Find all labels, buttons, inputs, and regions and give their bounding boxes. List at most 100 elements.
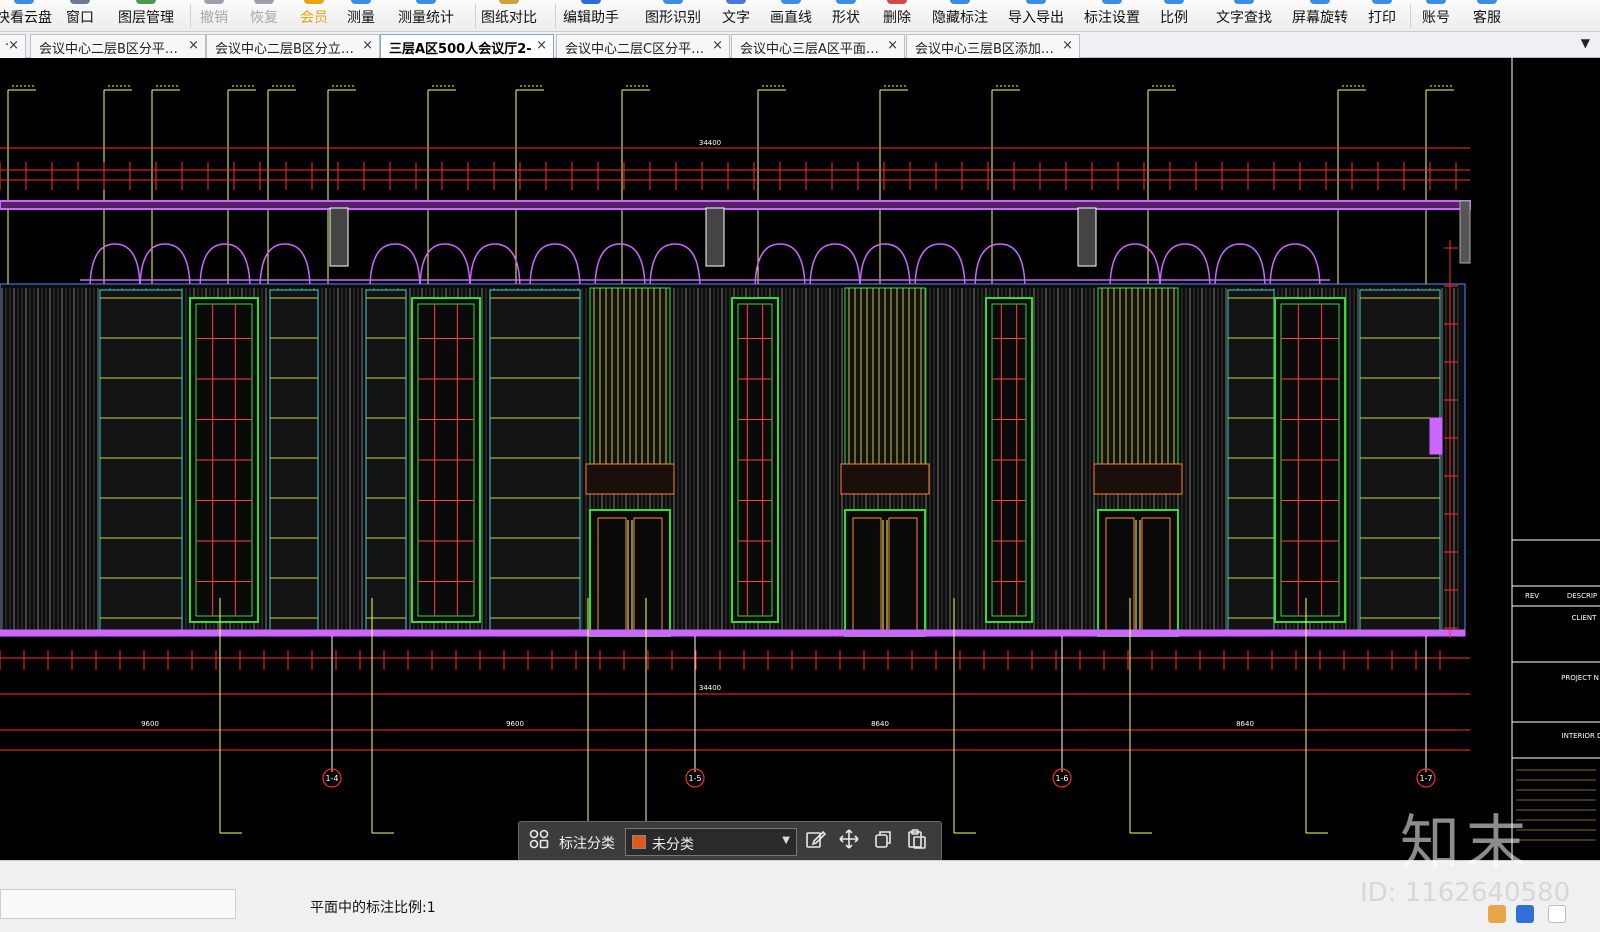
toolbar-button-11[interactable]: 文字 [722,0,750,32]
dimension-segment: 9600 [506,720,524,728]
document-tab[interactable]: 三层A区500人会议厅2- × [380,34,554,58]
dimension-segment: 8640 [871,720,889,728]
document-tab[interactable]: 会议中心三层B区添加… × [906,34,1080,58]
toolbar-button-label: 恢复 [250,10,278,26]
move-icon[interactable] [835,828,863,856]
toolbar-button-1[interactable]: 窗口 [66,0,94,32]
tab-close-icon[interactable]: × [1062,38,1073,53]
door-header [840,463,930,495]
document-tab[interactable]: 会议中心三层A区平面… × [731,34,905,58]
toolbar-icon [581,0,601,4]
paste-icon[interactable] [903,828,931,856]
toolbar-button-label: 测量统计 [398,10,454,26]
toolbar-button-label: 打印 [1368,10,1396,26]
toolbar-button-17[interactable]: 标注设置 [1084,0,1140,32]
dimension-segment: 8640 [1236,720,1254,728]
toolbar-button-8[interactable]: 图纸对比 [481,0,537,32]
arch [974,243,1026,291]
toolbar-icon [836,0,856,4]
dotted-panel [99,289,183,631]
toolbar-button-label: 编辑助手 [563,10,619,26]
toolbar-icon [254,0,274,4]
annotation-category-select[interactable]: 未分类 ▼ [625,828,797,856]
cad-drawing[interactable]: REV DESCRIP CLIENT PROJECT N INTERIOR D 34400… [0,58,1600,860]
toolbar-button-16[interactable]: 导入导出 [1008,0,1064,32]
toolbar-button-6[interactable]: 测量 [347,0,375,32]
toolbar-button-label: 隐藏标注 [932,10,988,26]
toolbar-icon [726,0,746,4]
toolbar-button-23[interactable]: 客服 [1473,0,1501,32]
arch [754,243,806,291]
toolbar-button-22[interactable]: 账号 [1422,0,1450,32]
toolbar-button-19[interactable]: 文字查找 [1216,0,1272,32]
annotation-category-label: 标注分类 [559,836,615,852]
tab-label: 会议中心二层B区分立… [215,42,354,57]
toolbar-button-label: 文字查找 [1216,10,1272,26]
watermark-id: ID: 1162640580 [1360,878,1571,908]
toolbar-button-10[interactable]: 图形识别 [645,0,701,32]
dotted-panel [269,289,319,631]
toolbar-icon [1234,0,1254,4]
toolbar-button-0[interactable]: 快看云盘 [0,0,52,32]
toolbar-icon [887,0,907,4]
door-header [1093,463,1183,495]
toolbar-button-label: 删除 [883,10,911,26]
toolbar-button-2[interactable]: 图层管理 [118,0,174,32]
tab-close-icon[interactable]: × [536,38,547,53]
axis-label: 1-7 [1419,774,1432,783]
drawing-canvas[interactable]: REV DESCRIP CLIENT PROJECT N INTERIOR D 34400… [0,58,1600,860]
toolbar-button-7[interactable]: 测量统计 [398,0,454,32]
dotted-panel [1359,289,1441,631]
grid-icon[interactable] [525,828,553,856]
column-cap [705,207,725,267]
arch [914,243,966,291]
arch [594,243,646,291]
toolbar-icon [1426,0,1446,4]
watermark-logo: 知末 [1400,809,1532,879]
document-tab[interactable]: 会议中心二层C区分平… × [556,34,730,58]
command-input[interactable] [0,889,236,919]
toolbar-button-15[interactable]: 隐藏标注 [932,0,988,32]
toolbar-button-5[interactable]: 会员 [300,0,328,32]
title-block-client: CLIENT [1572,614,1598,622]
toolbar-button-label: 文字 [722,10,750,26]
toolbar-icon [351,0,371,4]
door-header [585,463,675,495]
copy-icon[interactable] [869,828,897,856]
door-frame [844,509,926,637]
document-tab[interactable]: 会议中心二层B区分平… × [30,34,206,58]
document-tab-bar: ▼ · × 会议中心二层B区分平… × 会议中心二层B区分立… × 三层A区500人会议厅2… [0,32,1600,58]
tab-close-icon[interactable]: × [8,38,19,53]
document-tab[interactable]: 会议中心二层B区分立… × [206,34,380,58]
toolbar-button-4[interactable]: 恢复 [250,0,278,32]
edit-icon[interactable] [801,828,829,856]
toolbar-button-label: 窗口 [66,10,94,26]
dotted-panel [489,289,581,631]
toolbar-icon [304,0,324,4]
tab-close-icon[interactable]: × [712,38,723,53]
toolbar-button-3[interactable]: 撤销 [200,0,228,32]
column-cap [329,207,349,267]
toolbar-button-18[interactable]: 比例 [1160,0,1188,32]
toolbar-icon [950,0,970,4]
tab-close-icon[interactable]: × [362,38,373,53]
toolbar-button-label: 图纸对比 [481,10,537,26]
toolbar-icon [1102,0,1122,4]
toolbar-button-14[interactable]: 删除 [883,0,911,32]
annotation-float-toolbar: 标注分类 未分类 ▼ [518,821,942,861]
toolbar-button-13[interactable]: 形状 [832,0,860,32]
toolbar-icon [1310,0,1330,4]
toolbar-button-9[interactable]: 编辑助手 [563,0,619,32]
dotted-panel [1227,289,1275,631]
document-tab[interactable]: · × [0,34,26,58]
toolbar-button-label: 快看云盘 [0,10,52,26]
arch [809,243,861,291]
toolbar-button-12[interactable]: 画直线 [770,0,812,32]
toolbar-icon [136,0,156,4]
toolbar-button-20[interactable]: 屏幕旋转 [1292,0,1348,32]
tab-close-icon[interactable]: × [188,38,199,53]
toolbar-button-21[interactable]: 打印 [1368,0,1396,32]
cad-viewer-app: 快看云盘 窗口 图层管理 撤销 恢复 会员 测量 测量统计 图纸对比 编辑助手 图形识别 文字 画直线 形… [0,0,1600,932]
tab-close-icon[interactable]: × [887,38,898,53]
tab-overflow-icon[interactable]: ▼ [1581,36,1590,50]
